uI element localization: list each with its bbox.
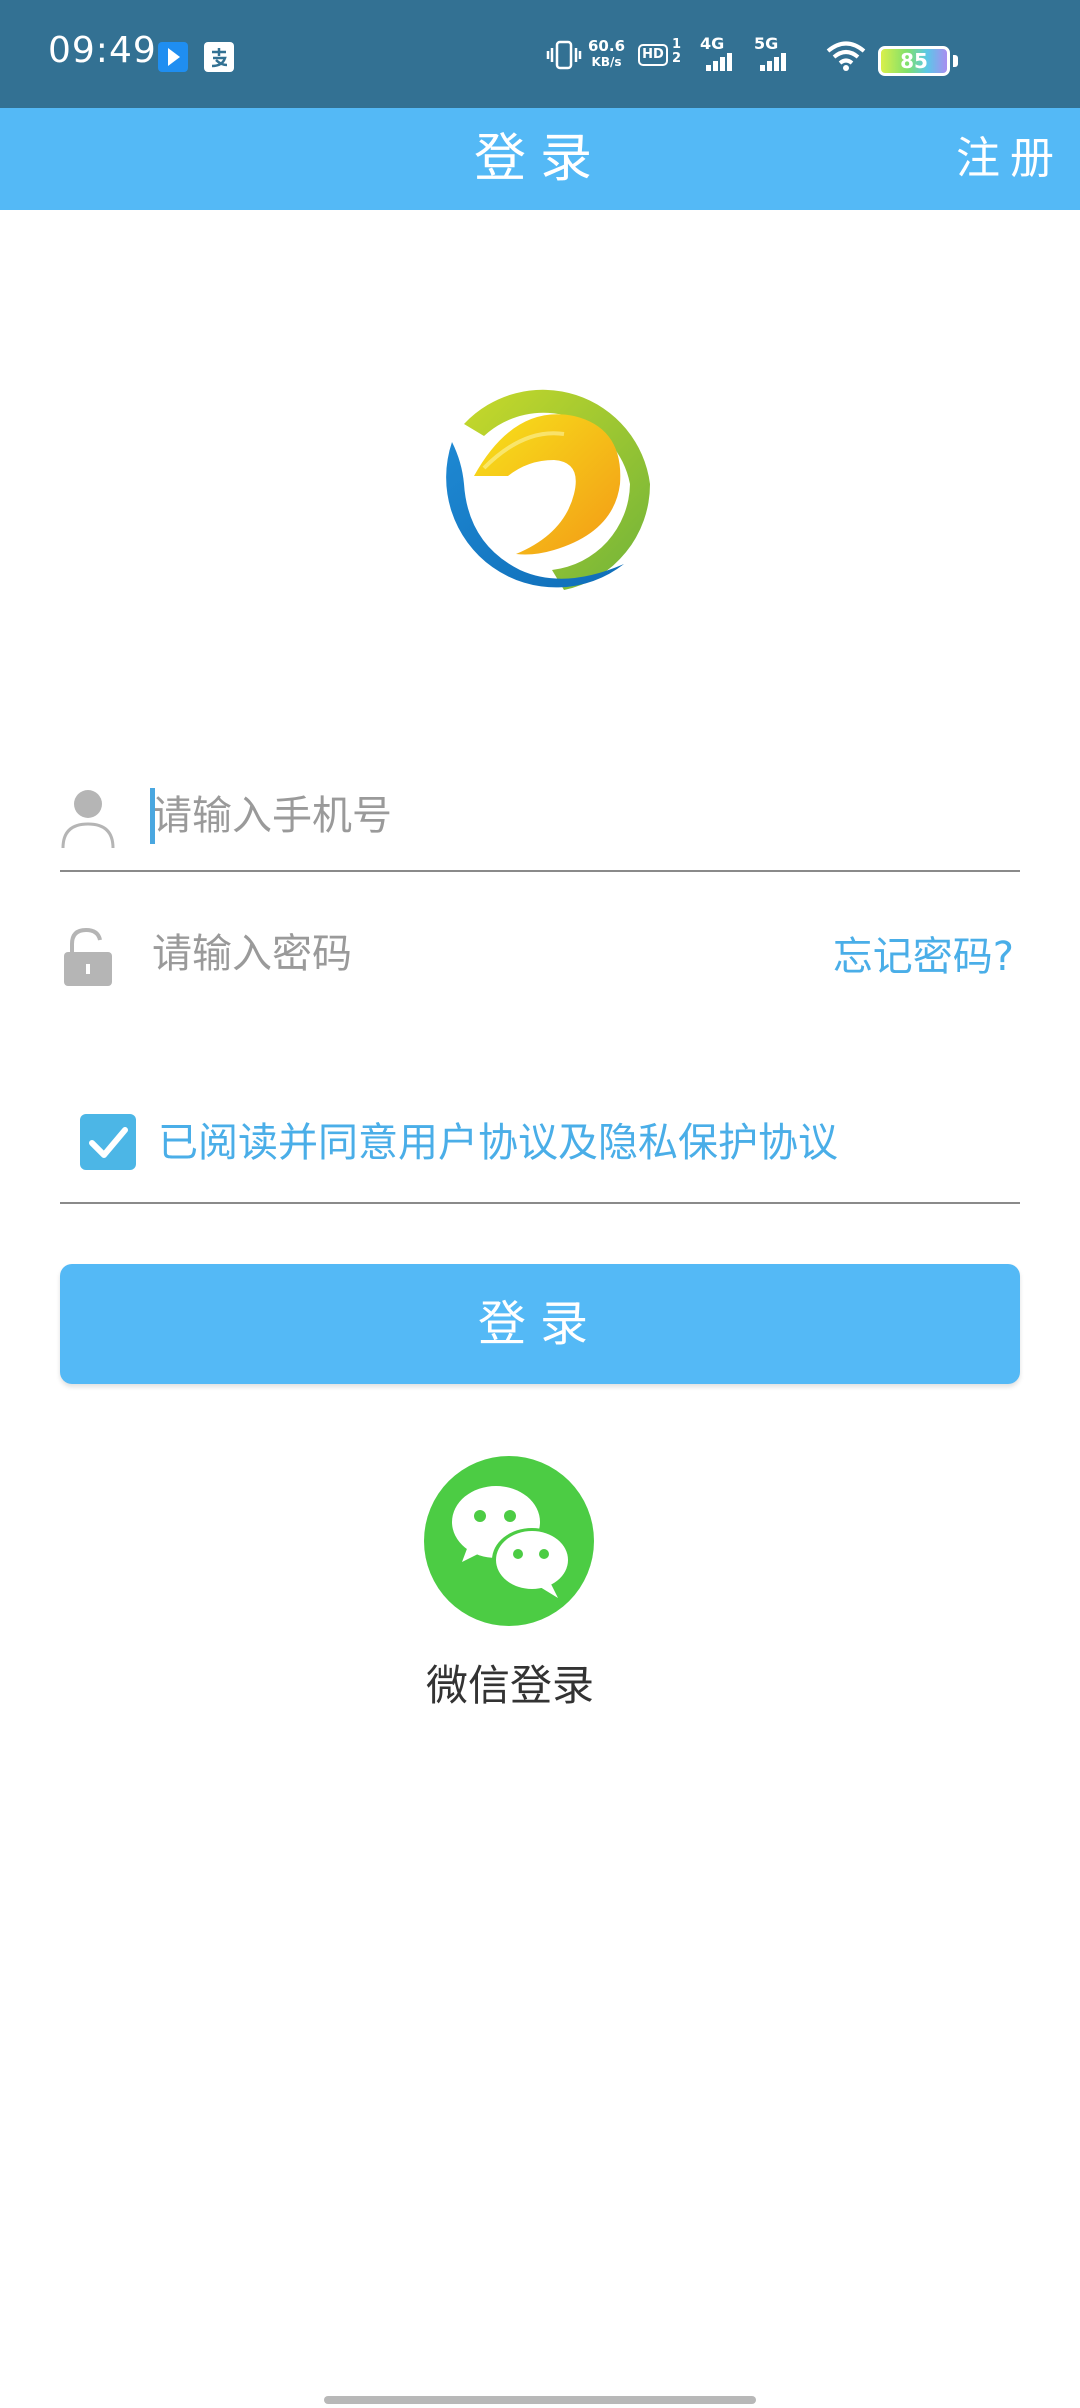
network-speed: 60.6 KB/s [588,38,625,70]
agreement-text[interactable]: 已阅读并同意用户协议及隐私保护协议 [158,1110,838,1168]
network-speed-value: 60.6 [588,37,626,55]
status-bar: 09:49 60.6 KB/s HD 1 2 4G 5G 85 [0,0,1080,108]
register-button[interactable]: 注册 [956,108,1064,210]
battery-icon: 85 [878,46,950,76]
lock-icon [60,926,116,988]
wifi-icon [826,40,866,76]
battery-level: 85 [900,49,928,73]
notification-app-icon [158,42,188,72]
signal-4g-label: 4G [700,34,725,53]
vibrate-icon [546,40,582,74]
hd-sim-numbers: 1 2 [672,37,682,66]
signal-5g-label: 5G [754,34,779,53]
page-title: 登录 [473,129,606,189]
network-speed-unit: KB/s [591,55,622,69]
phone-row [60,762,1020,872]
login-button[interactable]: 登录 [60,1264,1020,1384]
agreement-row: 已阅读并同意用户协议及隐私保护协议 [60,1090,1020,1204]
gesture-navigation-bar[interactable] [324,2396,756,2404]
signal-4g-bars-icon [706,52,734,71]
wechat-icon [452,1486,572,1598]
check-icon [89,1127,128,1158]
status-indicators: 60.6 KB/s HD 1 2 4G 5G 85 [520,34,1080,78]
password-row: 忘记密码? [60,900,1020,1010]
app-logo [424,364,656,596]
agreement-checkbox[interactable] [80,1114,136,1170]
forgot-password-link[interactable]: 忘记密码? [833,924,1014,982]
hd-voice-icon: HD [638,44,668,66]
wechat-login-button[interactable] [424,1456,594,1626]
signal-5g-bars-icon [760,52,788,71]
password-input[interactable] [150,918,750,990]
text-cursor [150,788,155,844]
phone-input[interactable] [150,780,1010,852]
wechat-login-label[interactable]: 微信登录 [380,1652,640,1713]
status-time: 09:49 [48,30,157,71]
user-icon [60,788,116,850]
battery-tip [953,55,958,67]
title-bar: 登录 注册 [0,108,1080,210]
alipay-notification-icon [204,42,234,72]
